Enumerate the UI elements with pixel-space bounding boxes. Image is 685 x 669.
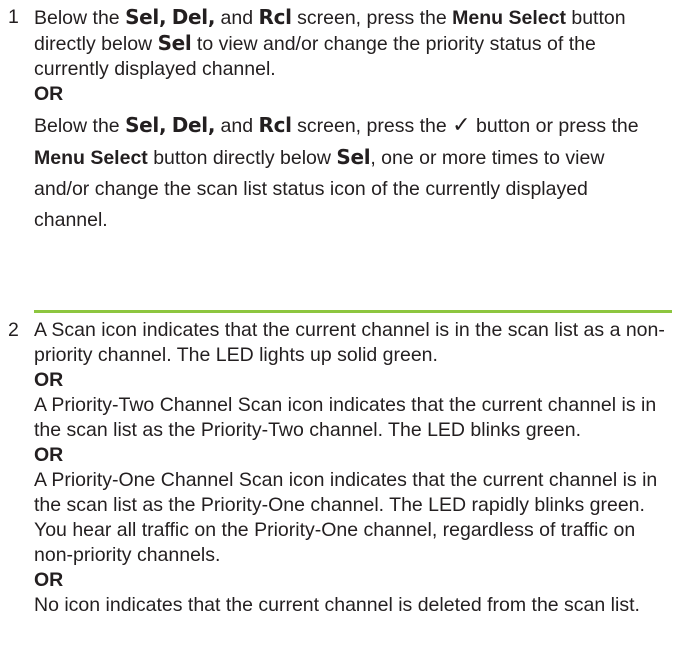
- or-label: OR: [34, 569, 64, 591]
- del-keyword: Del,: [171, 113, 216, 137]
- text-run: button directly below: [147, 147, 337, 169]
- step-2-paragraph-1: A Scan icon indicates that the current c…: [34, 319, 665, 366]
- text-run: screen, press the: [291, 7, 453, 29]
- step-1: 1 Below the Sel, Del, and Rcl screen, pr…: [0, 5, 685, 236]
- text-run: and: [215, 7, 259, 29]
- step-number: 1: [8, 6, 19, 28]
- step-number: 2: [8, 319, 19, 341]
- step-2: 2 A Scan icon indicates that the current…: [0, 318, 685, 618]
- menu-select-keyword: Menu Select: [34, 147, 148, 169]
- sel-keyword: Sel,: [125, 5, 167, 29]
- step-1-paragraph-1: Below the Sel, Del, and Rcl screen, pres…: [34, 5, 664, 82]
- rcl-keyword: Rcl: [258, 113, 293, 137]
- text-run: screen, press the: [291, 115, 453, 137]
- del-keyword: Del,: [171, 5, 216, 29]
- or-label: OR: [34, 83, 64, 105]
- rcl-keyword: Rcl: [258, 5, 293, 29]
- or-label: OR: [34, 444, 64, 466]
- sel-keyword: Sel: [157, 31, 192, 55]
- step-separator: [34, 310, 672, 313]
- step-2-paragraph-4: No icon indicates that the current chann…: [34, 594, 640, 616]
- checkmark-icon: ✓: [452, 113, 471, 138]
- or-label: OR: [34, 369, 64, 391]
- text-run: Below the: [34, 115, 126, 137]
- step-1-paragraph-2: Below the Sel, Del, and Rcl screen, pres…: [34, 110, 664, 236]
- step-2-paragraph-3: A Priority-One Channel Scan icon indicat…: [34, 469, 658, 566]
- text-run: button or press the: [470, 115, 639, 137]
- text-run: and: [215, 115, 259, 137]
- text-run: Below the: [34, 7, 126, 29]
- sel-keyword: Sel: [336, 145, 371, 169]
- step-2-paragraph-2: A Priority-Two Channel Scan icon indicat…: [34, 394, 657, 441]
- menu-select-keyword: Menu Select: [452, 7, 566, 29]
- sel-keyword: Sel,: [125, 113, 167, 137]
